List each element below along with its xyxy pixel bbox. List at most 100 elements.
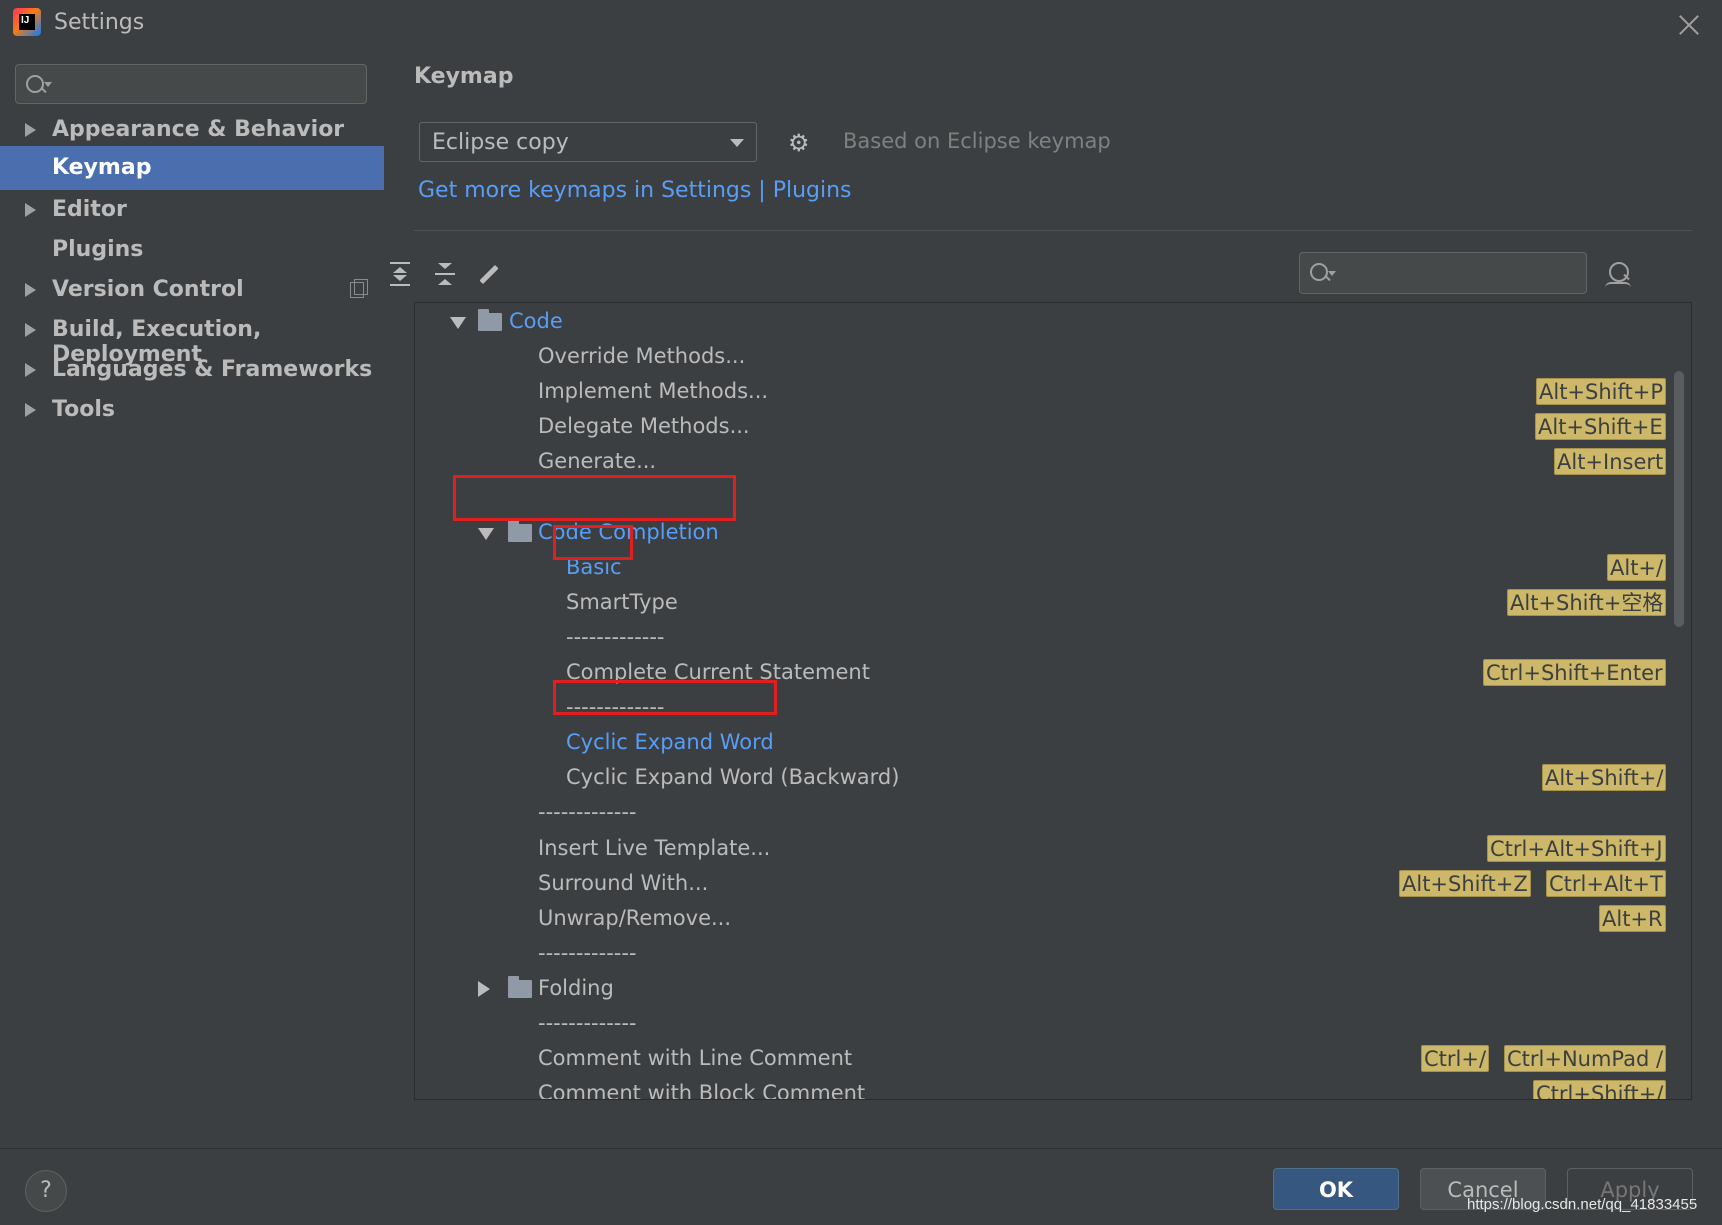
chevron-right-icon[interactable]: [25, 203, 36, 217]
get-more-keymaps-link[interactable]: Get more keymaps in Settings | Plugins: [418, 178, 852, 203]
tree-item-label: Implement Methods...: [538, 379, 769, 404]
chevron-right-icon[interactable]: [25, 323, 36, 337]
keymap-select-value: Eclipse copy: [432, 130, 569, 155]
search-icon: [1310, 263, 1328, 281]
search-icon: [26, 75, 44, 93]
title-bar: IJ Settings: [0, 0, 1722, 48]
tree-scrollbar[interactable]: [1674, 371, 1684, 627]
tree-action-row[interactable]: Delegate Methods... Alt+Shift+E: [415, 410, 1691, 445]
gear-icon[interactable]: ⚙: [788, 131, 810, 155]
keymap-action-tree[interactable]: Code Override Methods... Implement Methods…: [414, 302, 1692, 1100]
tree-item-label: SmartType: [566, 589, 678, 614]
shortcut-badge: Alt+/: [1607, 553, 1667, 581]
sidebar-item-label: Version Control: [52, 277, 244, 302]
chevron-right-icon[interactable]: [478, 980, 490, 997]
sidebar-item-build-execution-deployment[interactable]: Build, Execution, Deployment: [0, 308, 384, 367]
tree-action-row[interactable]: SmartType Alt+Shift+空格: [415, 586, 1691, 621]
edit-shortcut-icon[interactable]: [474, 260, 502, 288]
tree-separator: -------------: [415, 796, 1691, 831]
keymap-panel: Keymap Eclipse copy ⚙ Based on Eclipse k…: [384, 48, 1722, 1148]
tree-separator: -------------: [415, 621, 1691, 656]
tree-action-row[interactable]: Comment with Line Comment Ctrl+NumPad / Ct…: [415, 1042, 1691, 1077]
tree-action-row[interactable]: Unwrap/Remove... Alt+R: [415, 902, 1691, 937]
chevron-down-icon: [730, 139, 744, 147]
page-title: Keymap: [414, 64, 514, 89]
annotation-box: [553, 525, 633, 560]
sidebar-item-plugins[interactable]: Plugins: [0, 228, 384, 272]
annotation-box: [553, 680, 777, 715]
tree-item-label: Folding: [538, 975, 614, 1000]
shortcut-badge: Ctrl+Alt+T: [1546, 869, 1666, 897]
action-search-input[interactable]: [1299, 252, 1587, 294]
shortcut-badge: Ctrl+/: [1421, 1045, 1490, 1073]
expand-all-icon[interactable]: [386, 260, 414, 288]
tree-item-label: Unwrap/Remove...: [538, 905, 732, 930]
chevron-right-icon[interactable]: [25, 403, 36, 417]
shortcut-badge: Alt+Shift+/: [1542, 764, 1667, 792]
watermark: https://blog.csdn.net/qq_41833455: [1467, 1196, 1698, 1213]
sidebar-item-label: Keymap: [52, 155, 152, 180]
window-title: Settings: [54, 10, 145, 35]
tree-action-row[interactable]: Comment with Block Comment Ctrl+Shift+/: [415, 1077, 1691, 1099]
sidebar-item-languages-frameworks[interactable]: Languages & Frameworks: [0, 348, 384, 392]
project-settings-icon: [350, 279, 368, 298]
shortcut-badge: Ctrl+Shift+Enter: [1483, 659, 1666, 686]
based-on-label: Based on Eclipse keymap: [843, 129, 1111, 153]
chevron-right-icon[interactable]: [25, 363, 36, 377]
tree-item-label: Override Methods...: [538, 344, 746, 369]
sidebar-item-label: Editor: [52, 197, 127, 222]
tree-action-row[interactable]: Override Methods...: [415, 340, 1691, 375]
close-icon[interactable]: [1674, 10, 1704, 40]
tree-action-row[interactable]: Insert Live Template... Ctrl+Alt+Shift+J: [415, 832, 1691, 867]
shortcut-badge: Ctrl+NumPad /: [1504, 1045, 1667, 1073]
shortcut-badge: Ctrl+Shift+/: [1533, 1080, 1667, 1099]
separator-text: -------------: [538, 800, 637, 825]
tree-group-row[interactable]: Code: [415, 305, 1691, 340]
tree-separator: -------------: [415, 1007, 1691, 1042]
tree-item-label: Code: [509, 309, 563, 333]
sidebar-item-tools[interactable]: Tools: [0, 388, 384, 432]
chevron-right-icon[interactable]: [25, 283, 36, 297]
shortcut-badge: Alt+R: [1599, 904, 1666, 932]
help-button[interactable]: ?: [25, 1170, 67, 1212]
tree-action-row[interactable]: Cyclic Expand Word (Backward) Alt+Shift+/: [415, 761, 1691, 796]
keymap-select[interactable]: Eclipse copy: [419, 122, 757, 162]
tree-item-label: Delegate Methods...: [538, 414, 750, 439]
sidebar: Appearance & Behavior Keymap Editor Plugins…: [0, 48, 384, 1148]
sidebar-item-version-control[interactable]: Version Control: [0, 268, 384, 312]
tree-action-row[interactable]: Implement Methods... Alt+Shift+P: [415, 375, 1691, 410]
ok-button[interactable]: OK: [1273, 1168, 1399, 1210]
sidebar-item-label: Languages & Frameworks: [52, 357, 373, 382]
shortcut-badge: Ctrl+Alt+Shift+J: [1487, 834, 1666, 862]
divider: [414, 230, 1692, 231]
find-by-shortcut-icon[interactable]: [1605, 260, 1635, 290]
sidebar-item-editor[interactable]: Editor: [0, 188, 384, 232]
tree-item-label: Cyclic Expand Word (Backward): [566, 765, 900, 790]
shortcut-badge: Alt+Shift+Z: [1399, 869, 1531, 897]
folder-icon: [508, 975, 532, 998]
sidebar-item-label: Appearance & Behavior: [52, 117, 345, 142]
chevron-right-icon[interactable]: [25, 123, 36, 137]
search-history-dropdown-icon[interactable]: [1328, 271, 1336, 276]
sidebar-item-keymap[interactable]: Keymap: [0, 146, 384, 190]
annotation-box: [453, 475, 736, 521]
tree-group-row[interactable]: Folding: [415, 972, 1691, 1007]
shortcut-badge: Alt+Shift+P: [1536, 378, 1667, 406]
collapse-all-icon[interactable]: [431, 260, 459, 288]
tree-action-row[interactable]: Surround With... Ctrl+Alt+T Alt+Shift+Z: [415, 867, 1691, 902]
tree-action-row[interactable]: Cyclic Expand Word: [415, 726, 1691, 761]
chevron-down-icon[interactable]: [478, 527, 494, 540]
folder-icon: [508, 519, 532, 542]
separator-text: -------------: [566, 624, 665, 649]
chevron-down-icon[interactable]: [450, 317, 466, 329]
tree-item-label: Comment with Line Comment: [538, 1046, 853, 1071]
shortcut-badge: Alt+Insert: [1554, 448, 1667, 476]
tree-item-label: Surround With...: [538, 870, 709, 895]
search-history-dropdown-icon[interactable]: [44, 82, 52, 87]
settings-search-input[interactable]: [15, 64, 367, 104]
sidebar-item-label: Plugins: [52, 237, 144, 262]
separator-text: -------------: [538, 940, 637, 965]
tree-item-label: Insert Live Template...: [538, 835, 771, 860]
logo-text: IJ: [21, 15, 30, 26]
sidebar-item-label: Tools: [52, 397, 115, 422]
